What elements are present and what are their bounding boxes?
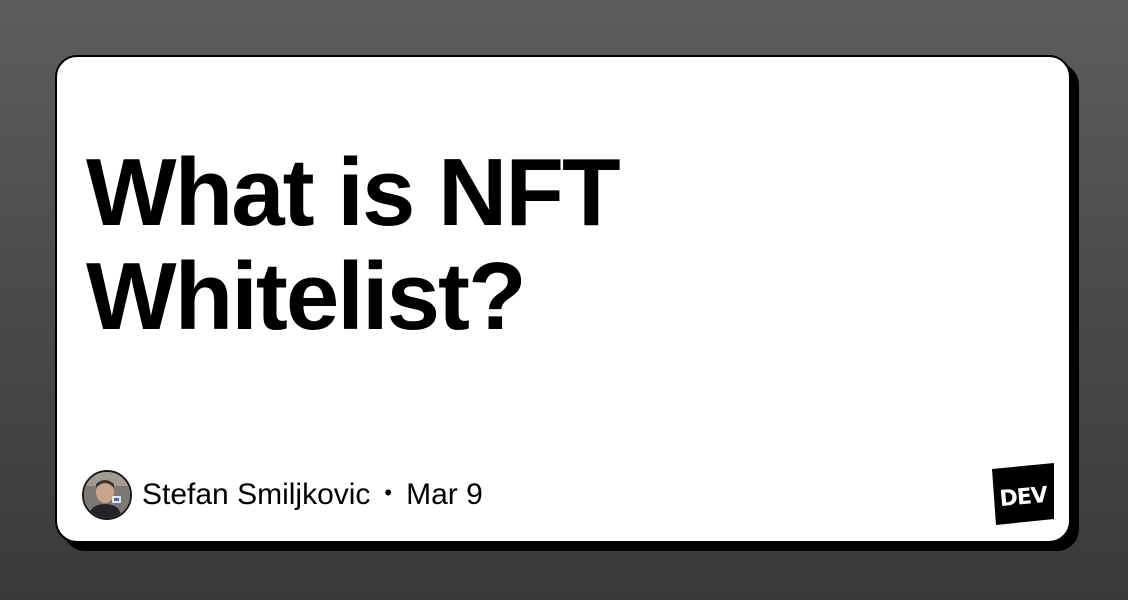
dev-logo-text: DEV: [999, 483, 1049, 512]
publish-date: Mar 9: [406, 478, 483, 511]
article-title-line-2: Whitelist?: [86, 243, 527, 350]
author-meta: Stefan Smiljkovic • Mar 9: [82, 467, 483, 523]
dev-logo: DEV: [992, 463, 1054, 525]
author-avatar: [82, 470, 132, 520]
article-title: What is NFT Whitelist?: [86, 141, 886, 349]
meta-separator: •: [384, 480, 393, 505]
article-title-line-1: What is NFT: [86, 139, 621, 246]
article-card: What is NFT Whitelist? Stefan Smiljkovic…: [55, 55, 1071, 543]
dev-logo-icon: DEV: [992, 463, 1054, 525]
avatar-image-icon: [84, 472, 130, 518]
author-name: Stefan Smiljkovic: [142, 478, 371, 511]
